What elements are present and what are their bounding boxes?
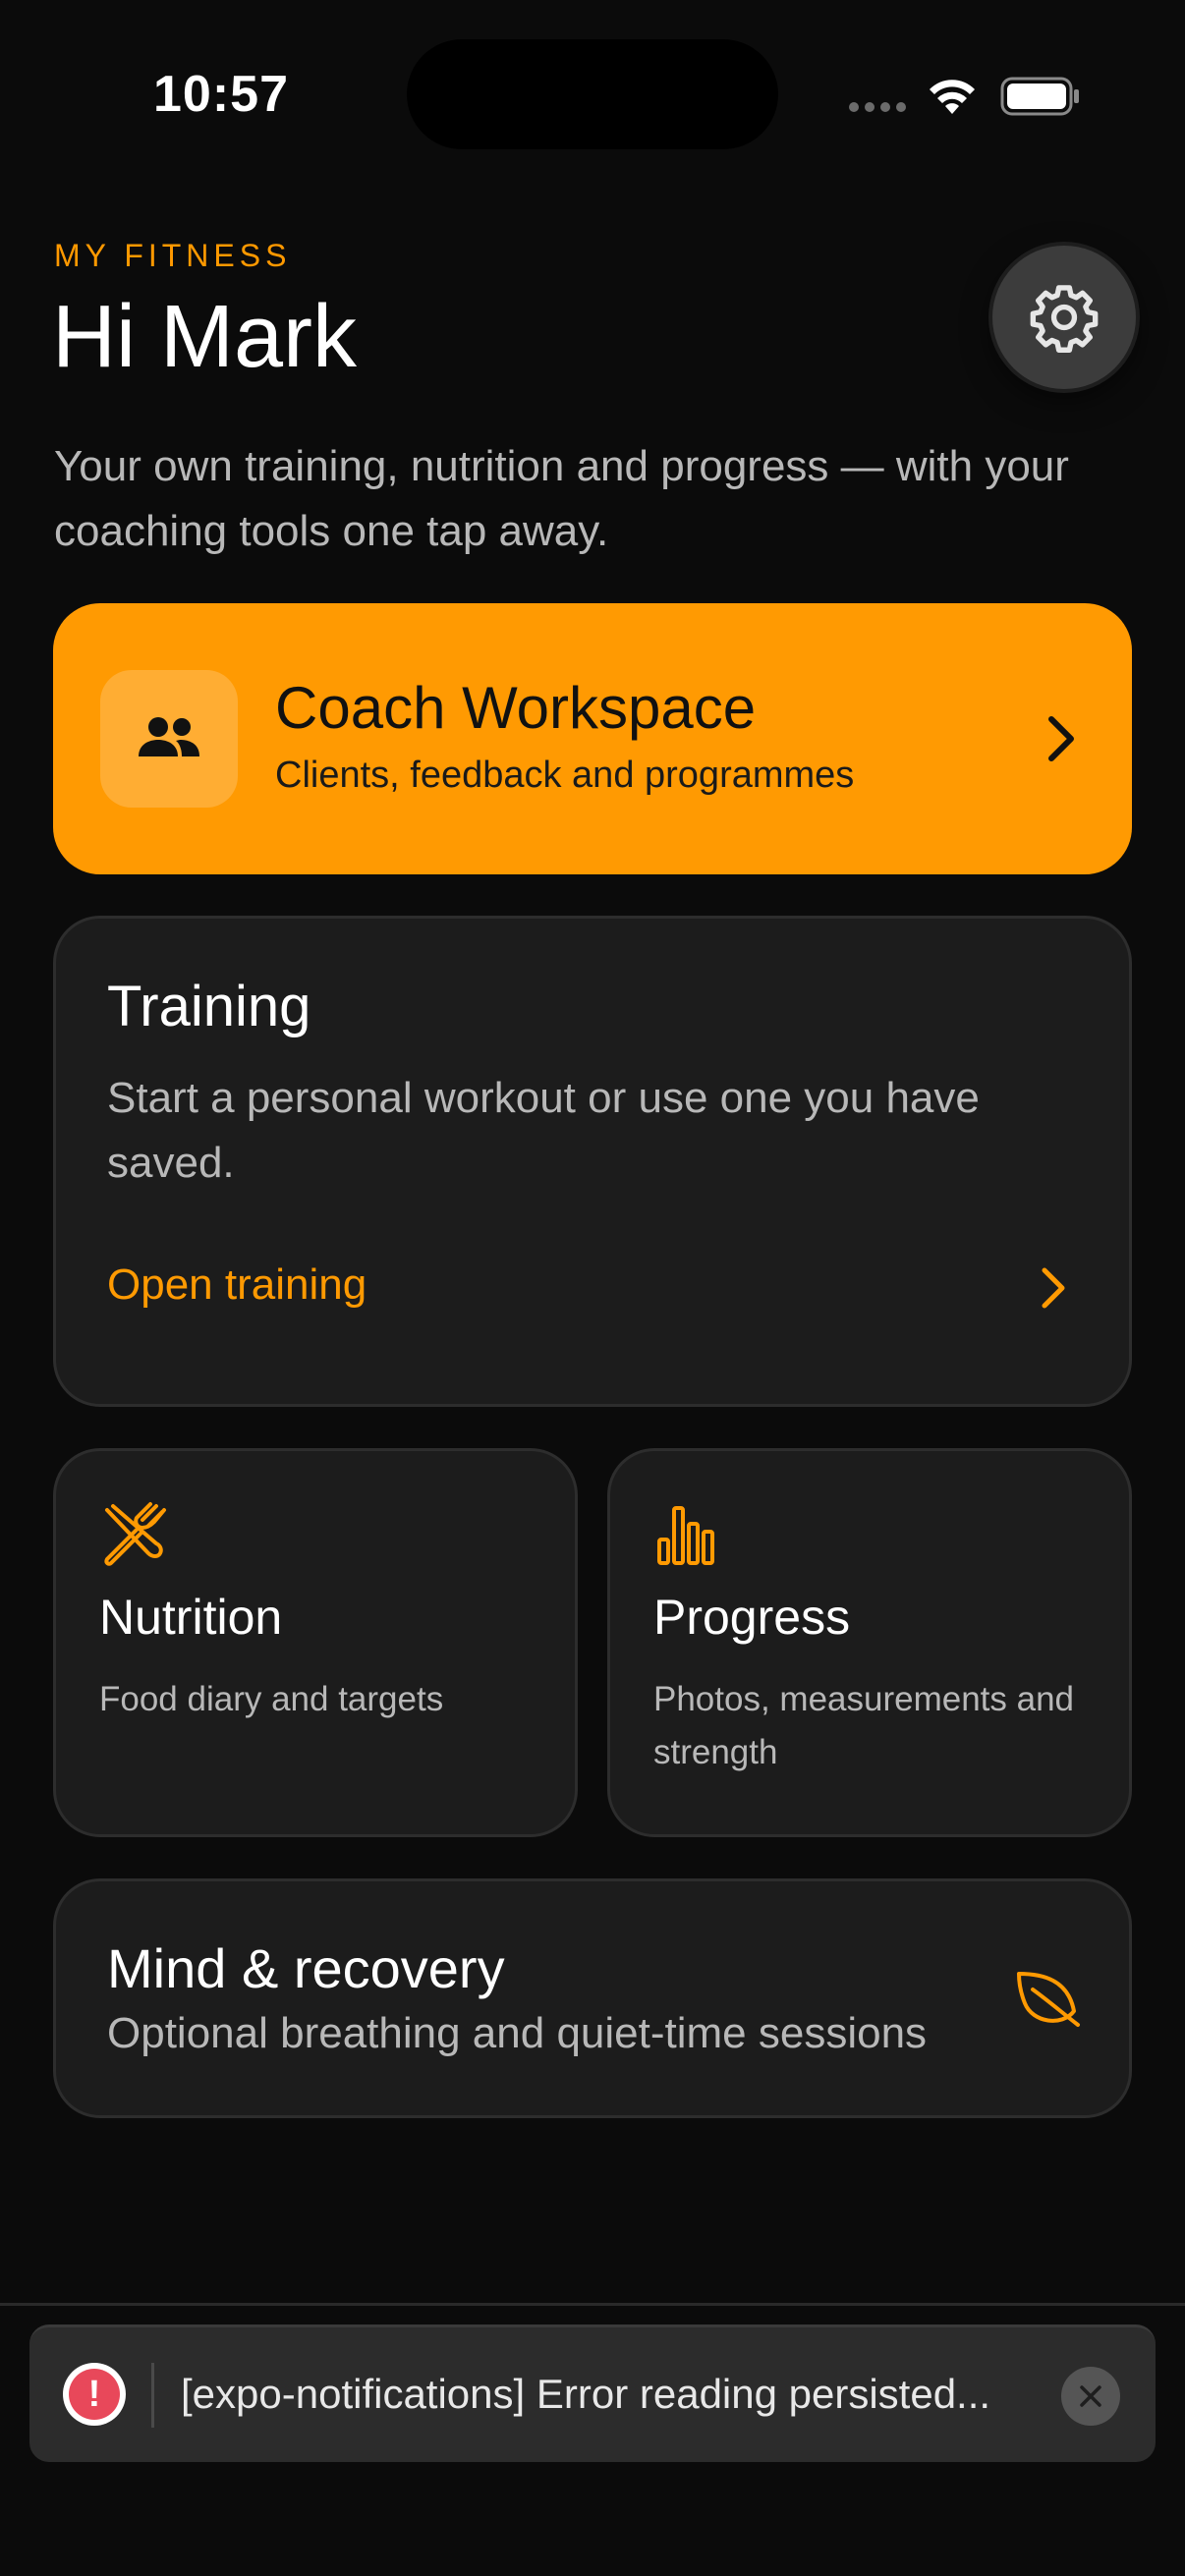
chevron-right-icon bbox=[1042, 1267, 1065, 1309]
progress-description: Photos, measurements and strength bbox=[653, 1680, 1075, 1771]
coach-workspace-card[interactable]: Coach Workspace Clients, feedback and pr… bbox=[53, 603, 1132, 874]
section-eyebrow: MY FITNESS bbox=[54, 238, 292, 273]
toast-separator bbox=[151, 2363, 154, 2428]
toast-close-button[interactable] bbox=[1061, 2367, 1120, 2426]
training-title: Training bbox=[107, 975, 311, 1038]
mind-recovery-subtitle: Optional breathing and quiet-time sessio… bbox=[107, 2009, 928, 2057]
battery-icon bbox=[1000, 77, 1079, 116]
mind-recovery-card[interactable]: Mind & recovery Optional breathing and q… bbox=[53, 1878, 1132, 2118]
nutrition-description: Food diary and targets bbox=[99, 1680, 444, 1718]
progress-title: Progress bbox=[653, 1590, 851, 1645]
coach-workspace-subtitle: Clients, feedback and programmes bbox=[275, 755, 855, 796]
coach-icon-tile bbox=[100, 670, 238, 808]
page-title: Hi Mark bbox=[52, 288, 357, 386]
page-subtitle: Your own training, nutrition and progres… bbox=[54, 442, 1069, 555]
fork-knife-icon bbox=[104, 1502, 166, 1566]
status-time: 10:57 bbox=[153, 66, 289, 123]
settings-button[interactable] bbox=[992, 246, 1136, 389]
progress-card[interactable]: Progress Photos, measurements and streng… bbox=[607, 1448, 1132, 1837]
mind-recovery-title: Mind & recovery bbox=[107, 1937, 505, 1999]
nutrition-card[interactable]: Nutrition Food diary and targets bbox=[53, 1448, 578, 1837]
training-description: Start a personal workout or use one you … bbox=[107, 1074, 980, 1187]
bottom-divider bbox=[0, 2303, 1185, 2306]
toast-message: [expo-notifications] Error reading persi… bbox=[181, 2371, 991, 2417]
error-toast[interactable]: ! [expo-notifications] Error reading per… bbox=[29, 2324, 1156, 2462]
training-card[interactable]: Training Start a personal workout or use… bbox=[53, 916, 1132, 1407]
coach-workspace-title: Coach Workspace bbox=[275, 675, 757, 741]
close-icon bbox=[1080, 2385, 1101, 2407]
bar-chart-icon bbox=[657, 1506, 714, 1565]
leaf-icon bbox=[1017, 1972, 1080, 2027]
gear-icon bbox=[1030, 285, 1099, 353]
wifi-icon bbox=[930, 80, 975, 114]
dynamic-island bbox=[407, 39, 778, 149]
cellular-signal-icon bbox=[849, 102, 908, 116]
open-training-link[interactable]: Open training bbox=[107, 1260, 367, 1310]
chevron-right-icon bbox=[1048, 716, 1074, 761]
alert-icon: ! bbox=[63, 2363, 126, 2426]
nutrition-title: Nutrition bbox=[99, 1590, 283, 1645]
people-icon bbox=[139, 717, 199, 756]
